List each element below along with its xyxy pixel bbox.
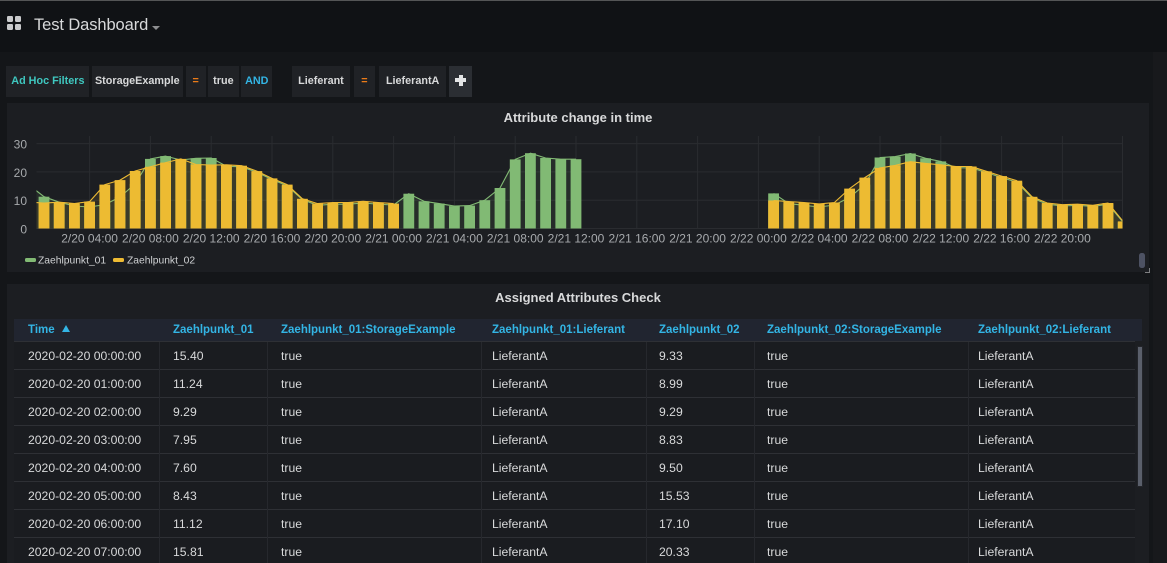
svg-text:0: 0 (20, 223, 27, 237)
svg-text:30: 30 (14, 138, 28, 152)
svg-text:2/22 20:00: 2/22 20:00 (1034, 232, 1091, 246)
svg-text:Zaehlpunkt_02: Zaehlpunkt_02 (127, 256, 195, 267)
svg-text:2/20 20:00: 2/20 20:00 (304, 232, 361, 246)
svg-text:2/20 12:00: 2/20 12:00 (183, 232, 240, 246)
svg-text:2/22 12:00: 2/22 12:00 (912, 232, 969, 246)
svg-text:2/21 16:00: 2/21 16:00 (608, 232, 665, 246)
svg-text:2/21 12:00: 2/21 12:00 (548, 232, 605, 246)
svg-text:2/21 00:00: 2/21 00:00 (365, 232, 422, 246)
svg-text:2/20 16:00: 2/20 16:00 (244, 232, 301, 246)
svg-text:2/22 08:00: 2/22 08:00 (852, 232, 909, 246)
svg-text:2/22 04:00: 2/22 04:00 (791, 232, 848, 246)
svg-text:2/20 08:00: 2/20 08:00 (122, 232, 179, 246)
svg-text:10: 10 (14, 194, 28, 208)
svg-text:2/22 16:00: 2/22 16:00 (973, 232, 1030, 246)
svg-text:2/21 08:00: 2/21 08:00 (487, 232, 544, 246)
svg-text:Zaehlpunkt_01: Zaehlpunkt_01 (38, 256, 106, 267)
svg-text:2/20 04:00: 2/20 04:00 (61, 232, 118, 246)
svg-text:2/21 20:00: 2/21 20:00 (669, 232, 726, 246)
svg-text:2/22 00:00: 2/22 00:00 (730, 232, 787, 246)
svg-text:20: 20 (14, 166, 28, 180)
svg-text:2/21 04:00: 2/21 04:00 (426, 232, 483, 246)
